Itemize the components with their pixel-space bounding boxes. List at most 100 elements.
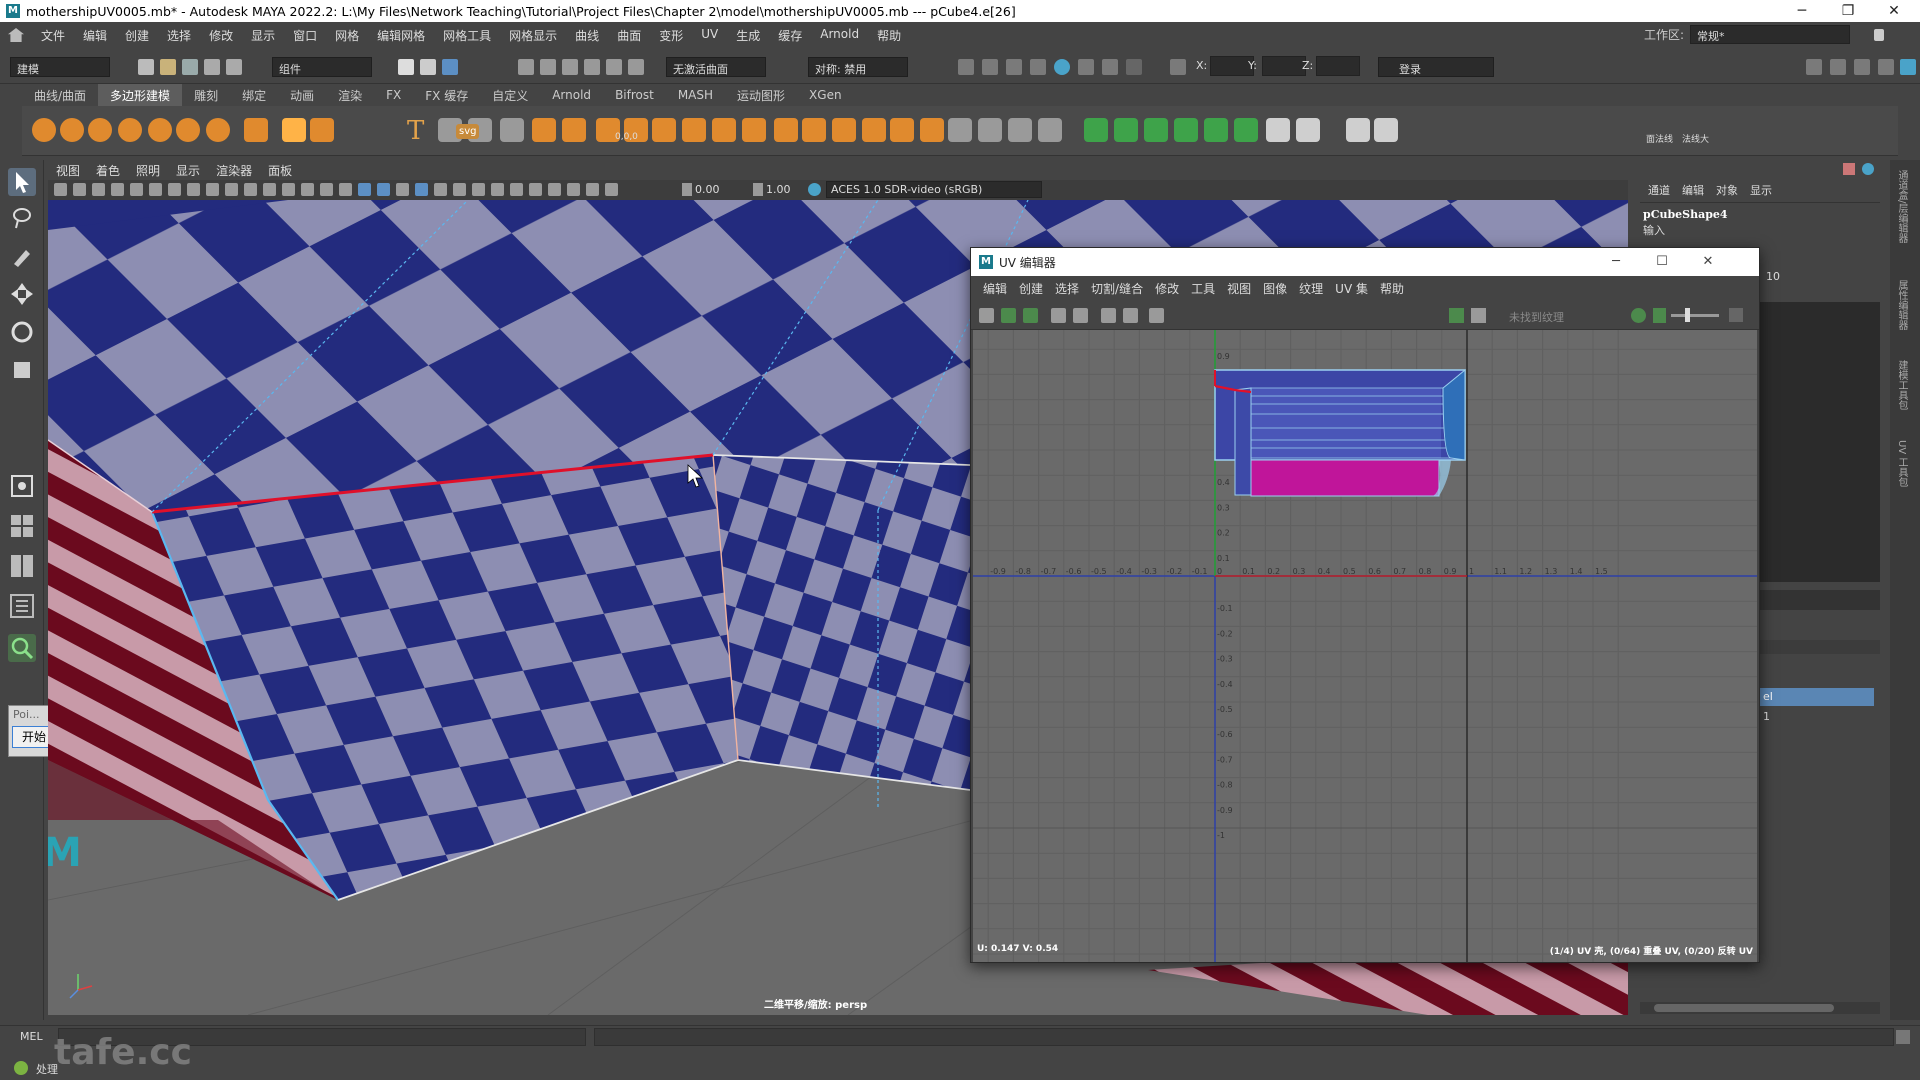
planar-uv-icon[interactable] <box>1084 118 1108 142</box>
shelf-tab[interactable]: XGen <box>797 85 854 105</box>
poly-cone-icon[interactable] <box>118 118 142 142</box>
panel-menu-item[interactable]: 显示 <box>168 162 208 179</box>
side-tab[interactable]: UV 工具包 <box>1894 440 1909 487</box>
viewport-tool-icon[interactable] <box>187 183 200 196</box>
uv-menu-item[interactable]: 视图 <box>1221 280 1257 297</box>
uv-lattice-icon[interactable] <box>979 308 994 323</box>
shelf-tab[interactable]: 自定义 <box>480 84 540 107</box>
target-weld-icon[interactable] <box>712 118 736 142</box>
menu-item[interactable]: 文件 <box>32 27 74 44</box>
menu-item[interactable]: 生成 <box>727 27 769 44</box>
menu-item[interactable]: 选择 <box>158 27 200 44</box>
menu-item[interactable]: 网格显示 <box>500 27 566 44</box>
viewport-tool-icon[interactable] <box>396 183 409 196</box>
uv-checker-icon[interactable] <box>1101 308 1116 323</box>
uv-toolbar-expand-icon[interactable] <box>1729 308 1743 322</box>
face-normals-icon[interactable] <box>1346 118 1370 142</box>
viewport-tool-icon[interactable] <box>225 183 238 196</box>
uv-shell[interactable] <box>1214 368 1466 497</box>
shelf-tab[interactable]: 绑定 <box>230 84 278 107</box>
two-view-layout-icon[interactable] <box>8 552 36 580</box>
uv-brightness-slider[interactable] <box>1671 314 1719 317</box>
select-by-component-icon[interactable] <box>442 59 458 75</box>
viewport-tool-icon[interactable] <box>54 183 67 196</box>
z-field[interactable] <box>1316 56 1360 76</box>
uv-minimize-button[interactable]: ─ <box>1593 248 1639 276</box>
panel-menu-item[interactable]: 着色 <box>88 162 128 179</box>
shelf-tab[interactable]: Bifrost <box>603 85 666 105</box>
platonic-solid-icon[interactable] <box>244 118 268 142</box>
ipr-render-icon[interactable] <box>1006 59 1022 75</box>
uv-menu-item[interactable]: 纹理 <box>1293 280 1329 297</box>
gamma-icon[interactable] <box>753 183 763 196</box>
poly-cylinder-icon[interactable] <box>88 118 112 142</box>
shelf-tab[interactable]: 运动图形 <box>725 84 797 107</box>
uv-menu-item[interactable]: 图像 <box>1257 280 1293 297</box>
merge-icon[interactable] <box>890 118 914 142</box>
vertex-normals-icon[interactable] <box>1374 118 1398 142</box>
menu-item[interactable]: 显示 <box>242 27 284 44</box>
select-by-object-icon[interactable] <box>420 59 436 75</box>
y-field[interactable] <box>1262 56 1306 76</box>
menu-item[interactable]: 网格 <box>326 27 368 44</box>
shelf-tab[interactable]: 雕刻 <box>182 84 230 107</box>
snap-grid-icon[interactable] <box>518 59 534 75</box>
uv-menu-item[interactable]: UV 集 <box>1329 280 1374 297</box>
search-icon[interactable] <box>8 634 36 662</box>
restore-button[interactable]: ❐ <box>1826 0 1870 22</box>
multi-cut-icon[interactable] <box>682 118 706 142</box>
undo-icon[interactable] <box>204 59 220 75</box>
channel-box-tab[interactable]: 编辑 <box>1682 182 1704 198</box>
channel-box-tab[interactable]: 对象 <box>1716 182 1738 198</box>
color-space-dropdown[interactable]: ACES 1.0 SDR-video (sRGB) <box>826 181 1042 198</box>
lasso-tool-icon[interactable] <box>8 204 36 232</box>
uv-editor-title-bar[interactable]: M UV 编辑器 ─ ☐ ✕ <box>971 248 1759 276</box>
viewport-tool-icon[interactable] <box>529 183 542 196</box>
poly-torus-icon[interactable] <box>148 118 172 142</box>
uv-menu-item[interactable]: 工具 <box>1185 280 1221 297</box>
cleanup-icon[interactable] <box>1008 118 1032 142</box>
side-tab[interactable]: 通道盒/层编辑器 <box>1894 170 1909 243</box>
snap-view-icon[interactable] <box>584 59 600 75</box>
color-management-icon[interactable] <box>808 183 821 196</box>
viewport-tool-icon[interactable] <box>453 183 466 196</box>
distortion-icon[interactable] <box>1296 118 1320 142</box>
channel-value[interactable]: 10 <box>1766 270 1780 283</box>
shelf-tab[interactable]: 渲染 <box>326 84 374 107</box>
bevel-icon[interactable] <box>562 118 586 142</box>
login-dropdown[interactable]: 登录 <box>1378 57 1494 77</box>
uv-menu-item[interactable]: 选择 <box>1049 280 1085 297</box>
uv-snap-icon[interactable] <box>1073 308 1088 323</box>
viewport-tool-icon[interactable] <box>567 183 580 196</box>
menu-item[interactable]: 帮助 <box>868 27 910 44</box>
open-scene-icon[interactable] <box>160 59 176 75</box>
close-button[interactable]: ✕ <box>1872 0 1916 22</box>
cylindrical-uv-icon[interactable] <box>1114 118 1138 142</box>
uv-menu-item[interactable]: 创建 <box>1013 280 1049 297</box>
viewport-tool-icon[interactable] <box>434 183 447 196</box>
channel-box-icon[interactable] <box>1878 59 1894 75</box>
type-tool-icon[interactable]: T <box>407 116 424 146</box>
channel-box-tab[interactable]: 显示 <box>1750 182 1772 198</box>
append-icon[interactable] <box>652 118 676 142</box>
viewport-tool-icon[interactable] <box>415 183 428 196</box>
menu-item[interactable]: UV <box>692 27 727 44</box>
checker-icon[interactable] <box>1266 118 1290 142</box>
viewport-tool-icon[interactable] <box>605 183 618 196</box>
panel-menu-item[interactable]: 渲染器 <box>208 162 260 179</box>
four-view-layout-icon[interactable] <box>8 512 36 540</box>
menu-item[interactable]: 缓存 <box>769 27 811 44</box>
uv-filter-icon[interactable] <box>1123 308 1138 323</box>
spherical-uv-icon[interactable] <box>1144 118 1168 142</box>
uv-menu-item[interactable]: 修改 <box>1149 280 1185 297</box>
viewport-tool-icon[interactable] <box>149 183 162 196</box>
viewport-tool-icon[interactable] <box>301 183 314 196</box>
shelf-tab[interactable]: FX 缓存 <box>413 84 480 107</box>
redo-icon[interactable] <box>226 59 242 75</box>
connect-icon[interactable] <box>742 118 766 142</box>
texture-dropdown[interactable]: 未找到纹理 <box>1509 309 1564 325</box>
uv-menu-item[interactable]: 帮助 <box>1374 280 1410 297</box>
viewport-tool-icon[interactable] <box>130 183 143 196</box>
unfold-uv-icon[interactable] <box>1204 118 1228 142</box>
outliner-layout-icon[interactable] <box>8 592 36 620</box>
